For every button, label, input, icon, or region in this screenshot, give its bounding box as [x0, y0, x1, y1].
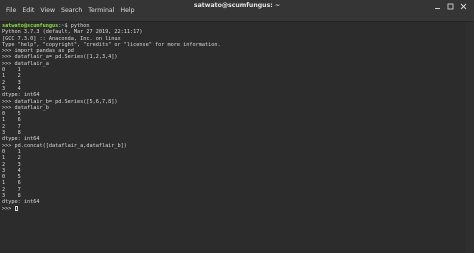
prompt-command: $ python — [64, 23, 90, 29]
menu-item-file[interactable]: File — [3, 0, 19, 21]
menu-item-view[interactable]: View — [37, 0, 58, 21]
terminal-output[interactable]: satwato@scumfungus:~$ python Python 3.7.… — [0, 22, 466, 253]
scrollbar[interactable] — [466, 22, 474, 253]
python-prompt: >>> — [2, 205, 15, 212]
menu-items: File Edit View Search Terminal Help — [3, 0, 138, 21]
prompt-user: satwato@scumfungus — [2, 23, 59, 29]
terminal-window: File Edit View Search Terminal Help satwato@s… — [0, 0, 474, 253]
menu-bar: File Edit View Search Terminal Help satwato@s… — [0, 0, 474, 22]
menu-item-help[interactable]: Help — [117, 0, 137, 21]
maximize-icon[interactable] — [446, 2, 455, 11]
close-icon[interactable] — [459, 2, 468, 11]
menu-item-search[interactable]: Search — [58, 0, 85, 21]
active-prompt-line: >>> — [2, 205, 464, 212]
minimize-icon[interactable] — [433, 2, 442, 11]
menu-item-terminal[interactable]: Terminal — [85, 0, 117, 21]
menu-item-edit[interactable]: Edit — [19, 0, 37, 21]
text-cursor — [14, 205, 18, 211]
window-controls — [433, 2, 468, 11]
output-lines: Python 3.7.3 (default, Mar 27 2019, 22:1… — [2, 29, 464, 205]
